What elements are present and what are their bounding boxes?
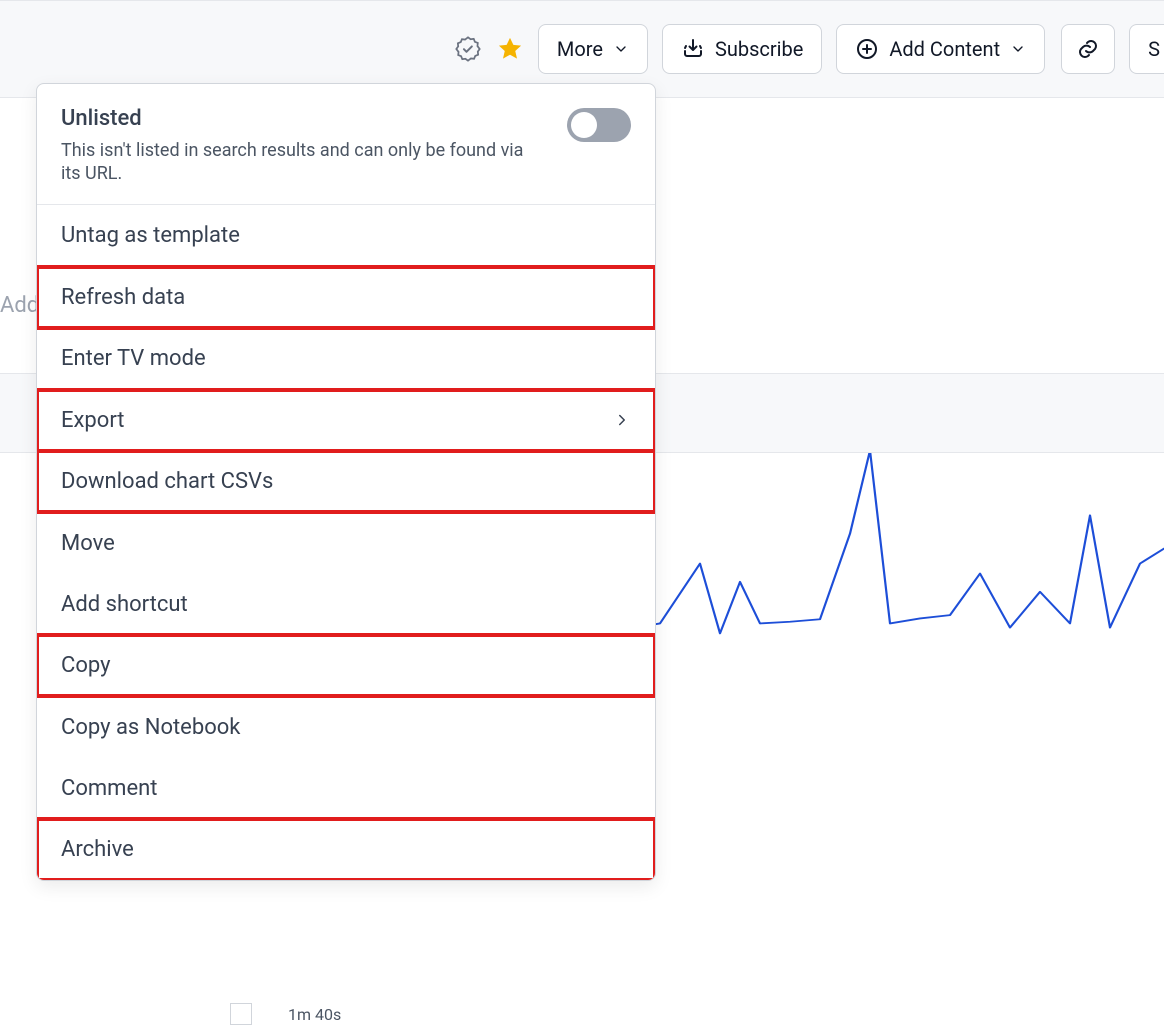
menu-item-label: Copy as Notebook bbox=[61, 715, 240, 740]
menu-item-label: Comment bbox=[61, 776, 157, 801]
menu-item-label: Untag as template bbox=[61, 223, 240, 248]
subscribe-label: Subscribe bbox=[715, 37, 803, 61]
menu-item-label: Add shortcut bbox=[61, 592, 188, 617]
menu-item-export[interactable]: Export bbox=[37, 390, 655, 451]
chevron-down-icon bbox=[1010, 41, 1026, 57]
menu-item-label: Refresh data bbox=[61, 285, 185, 310]
more-label: More bbox=[557, 37, 603, 61]
menu-item-add-shortcut[interactable]: Add shortcut bbox=[37, 574, 655, 635]
menu-item-label: Archive bbox=[61, 837, 134, 862]
menu-item-refresh-data[interactable]: Refresh data bbox=[37, 267, 655, 328]
dropdown-unlisted-row: Unlisted This isn't listed in search res… bbox=[37, 84, 655, 204]
add-hint: Add bbox=[0, 293, 39, 318]
unlisted-title: Unlisted bbox=[61, 106, 547, 131]
y-axis-tick: 1m 40s bbox=[288, 1005, 341, 1024]
menu-item-label: Move bbox=[61, 531, 115, 556]
link-button[interactable] bbox=[1061, 24, 1115, 74]
unlisted-desc: This isn't listed in search results and … bbox=[61, 139, 547, 186]
subscribe-icon bbox=[681, 37, 705, 61]
menu-item-label: Enter TV mode bbox=[61, 346, 206, 371]
menu-item-move[interactable]: Move bbox=[37, 513, 655, 574]
menu-item-label: Download chart CSVs bbox=[61, 469, 273, 494]
add-content-button[interactable]: Add Content bbox=[836, 24, 1045, 74]
legend-swatch bbox=[230, 1003, 252, 1025]
menu-item-archive[interactable]: Archive bbox=[37, 819, 655, 880]
add-content-label: Add Content bbox=[889, 37, 1000, 61]
unlisted-toggle[interactable] bbox=[567, 108, 631, 142]
chevron-down-icon bbox=[613, 41, 629, 57]
chevron-right-icon bbox=[613, 411, 631, 429]
share-label-initial: S bbox=[1148, 37, 1160, 61]
share-button-partial[interactable]: S bbox=[1129, 24, 1164, 74]
verified-icon[interactable] bbox=[454, 35, 482, 63]
link-icon bbox=[1076, 37, 1100, 61]
menu-item-label: Export bbox=[61, 408, 125, 433]
menu-item-copy-as-notebook[interactable]: Copy as Notebook bbox=[37, 697, 655, 758]
menu-item-untag-as-template[interactable]: Untag as template bbox=[37, 205, 655, 266]
star-icon[interactable] bbox=[496, 35, 524, 63]
subscribe-button[interactable]: Subscribe bbox=[662, 24, 822, 74]
menu-item-download-chart-csvs[interactable]: Download chart CSVs bbox=[37, 451, 655, 512]
more-dropdown: Unlisted This isn't listed in search res… bbox=[36, 83, 656, 881]
menu-item-enter-tv-mode[interactable]: Enter TV mode bbox=[37, 328, 655, 389]
menu-item-copy[interactable]: Copy bbox=[37, 635, 655, 696]
menu-item-comment[interactable]: Comment bbox=[37, 758, 655, 819]
more-button[interactable]: More bbox=[538, 24, 648, 74]
menu-item-label: Copy bbox=[61, 653, 111, 678]
plus-circle-icon bbox=[855, 37, 879, 61]
